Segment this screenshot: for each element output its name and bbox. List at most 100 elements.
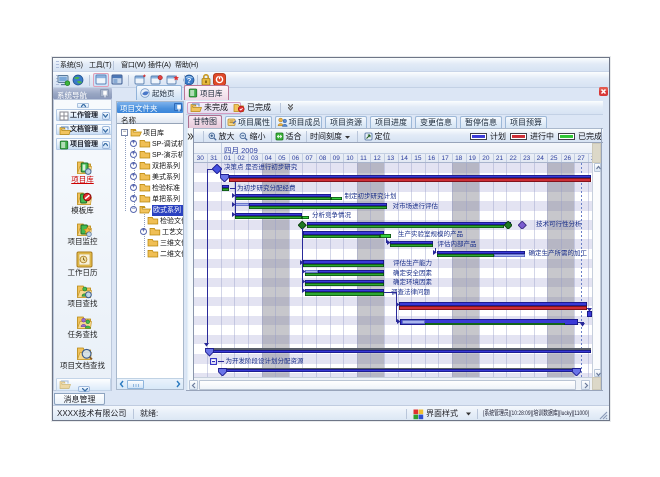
filter-button-已完成[interactable]: 已完成: [231, 102, 287, 114]
menu-item-2[interactable]: 工具(T): [87, 60, 113, 71]
sidebar-item-3[interactable]: 项目监控: [54, 236, 111, 246]
gantt-tool-放大[interactable]: 放大: [208, 131, 235, 142]
view-tab-项目成员[interactable]: 项目成员: [275, 116, 322, 129]
tree-item-工艺文件[interactable]: +工艺文件: [117, 226, 183, 236]
view-tab-项目属性[interactable]: 项目属性: [225, 116, 272, 129]
scroll-left-button[interactable]: [118, 380, 126, 389]
view-tab-暂停信息[interactable]: 暂停信息: [460, 116, 502, 129]
sidebar-pin-button[interactable]: [100, 89, 109, 97]
expand-icon[interactable]: +: [130, 195, 137, 202]
tree-item-美式系列[interactable]: +美式系列: [117, 171, 183, 181]
gantt-bar-green[interactable]: [425, 323, 565, 325]
sidebar-item-4[interactable]: 工作日历: [54, 267, 111, 277]
toolbar-button-globe[interactable]: [71, 73, 85, 87]
scroll-right-button[interactable]: [581, 380, 590, 390]
tab-起始页[interactable]: 起始页: [136, 85, 182, 100]
gantt-bar-blue[interactable]: [213, 350, 591, 353]
gantt-bar-green[interactable]: [303, 264, 384, 267]
gantt-bar-red[interactable]: [399, 306, 587, 310]
collapse-icon[interactable]: −: [121, 129, 128, 136]
tree-item-SP-演示机系[interactable]: +SP-演示机系: [117, 149, 183, 159]
scroll-left-button[interactable]: [189, 380, 198, 390]
gantt-vscrollbar[interactable]: [592, 163, 601, 377]
toolbar-button-screen-add[interactable]: [56, 73, 70, 87]
tree-item-项目库[interactable]: −项目库: [117, 127, 183, 137]
sidebar-expand-button[interactable]: [78, 386, 90, 393]
sidebar-group-1[interactable]: 工作管理: [56, 109, 112, 121]
tree-item-单把系列[interactable]: +单把系列: [117, 193, 183, 203]
sidebar-group-arrow[interactable]: [102, 112, 110, 120]
gantt-tool-定位[interactable]: 定位: [364, 131, 391, 142]
tree-item-检验标准[interactable]: +检验标准: [117, 182, 183, 192]
collapse-icon[interactable]: −: [130, 206, 137, 213]
sidebar-item-7[interactable]: 项目文档查找: [54, 360, 111, 370]
gantt-bar-light[interactable]: [402, 320, 426, 325]
expand-icon[interactable]: +: [130, 162, 137, 169]
sidebar-group-3[interactable]: 项目管理: [56, 138, 112, 150]
view-tab-甘特图[interactable]: 甘特图: [188, 115, 222, 129]
gantt-bar-dash[interactable]: [218, 361, 224, 362]
tree-pin-button[interactable]: [174, 103, 182, 111]
tree-item-SP-调试机系[interactable]: +SP-调试机系: [117, 138, 183, 148]
sidebar-collapse-button[interactable]: [77, 103, 89, 108]
gantt-bar-red[interactable]: [229, 178, 591, 182]
view-tab-变更信息[interactable]: 变更信息: [415, 116, 457, 129]
gantt-bar-green[interactable]: [303, 235, 381, 238]
gantt-bar-bgreen[interactable]: [331, 197, 342, 200]
tree-item-三维文件[interactable]: 三维文件: [117, 237, 183, 247]
menu-item-5[interactable]: 帮助(H): [173, 60, 200, 71]
gantt-bar-green[interactable]: [305, 273, 384, 276]
toolbar-button-window-dark[interactable]: [110, 73, 125, 87]
style-dropdown-arrow[interactable]: [465, 412, 472, 416]
tree-column-header[interactable]: 名称: [117, 113, 183, 125]
toolbar-button-window-blue[interactable]: [93, 73, 109, 87]
scroll-thumb[interactable]: [127, 380, 144, 389]
expand-icon[interactable]: +: [130, 184, 137, 191]
gantt-bar-green[interactable]: [305, 292, 384, 295]
scroll-down-button[interactable]: [594, 369, 602, 378]
gantt-bar-bgreen[interactable]: [302, 216, 309, 219]
view-tab-项目进度[interactable]: 项目进度: [370, 116, 412, 129]
gantt-bar-green[interactable]: [390, 244, 433, 247]
view-tab-项目资源[interactable]: 项目资源: [325, 116, 367, 129]
scroll-thumb[interactable]: [199, 380, 576, 390]
gantt-bar-green[interactable]: [437, 254, 495, 257]
view-tab-项目预算[interactable]: 项目预算: [505, 116, 547, 129]
tree-item-二维文件[interactable]: 二维文件: [117, 248, 183, 258]
gantt-bar-green[interactable]: [249, 206, 387, 209]
gantt-bar-green[interactable]: [235, 197, 331, 200]
expand-icon[interactable]: +: [130, 173, 137, 180]
scroll-up-button[interactable]: [594, 163, 602, 172]
menu-item-4[interactable]: 插件(A): [146, 60, 173, 71]
expand-pane-button[interactable]: [187, 132, 194, 142]
menu-item-3[interactable]: 窗口(W): [119, 60, 148, 71]
sidebar-item-1[interactable]: 项目库: [54, 174, 111, 184]
gantt-bar-light[interactable]: [494, 254, 525, 257]
gantt-bar-green[interactable]: [307, 225, 505, 228]
gantt-bar-green[interactable]: [235, 216, 302, 219]
menu-item-1[interactable]: 系统(S): [58, 60, 85, 71]
expand-icon[interactable]: +: [140, 228, 147, 235]
gantt-tool-适合[interactable]: 适合: [275, 131, 302, 142]
tab-项目库[interactable]: 项目库: [184, 85, 229, 100]
gantt-bar-green[interactable]: [222, 188, 229, 191]
tree-hscrollbar[interactable]: [117, 378, 183, 389]
gantt-hscrollbar[interactable]: [194, 377, 593, 390]
scroll-right-button[interactable]: [174, 380, 182, 389]
sidebar-item-5[interactable]: 项目查找: [54, 298, 111, 308]
expand-icon[interactable]: +: [130, 140, 137, 147]
tree-item-欧式系列[interactable]: −欧式系列: [117, 204, 183, 214]
sidebar-item-2[interactable]: 模板库: [54, 205, 111, 215]
sidebar-group-arrow[interactable]: [102, 141, 110, 149]
message-panel-tab[interactable]: 消息管理: [54, 393, 105, 405]
gantt-bar-green[interactable]: [305, 283, 384, 286]
tree-item-双把系列[interactable]: +双把系列: [117, 160, 183, 170]
sidebar-item-6[interactable]: 任务查找: [54, 329, 111, 339]
tree-item-检验文件[interactable]: 检验文件: [117, 215, 183, 225]
more-filters-button[interactable]: [287, 104, 295, 112]
expand-icon[interactable]: +: [130, 151, 137, 158]
gantt-bar-light[interactable]: [235, 203, 249, 206]
sidebar-group-arrow[interactable]: [102, 126, 110, 134]
gantt-tool-时间刻度[interactable]: 时间刻度: [310, 131, 351, 142]
close-tab-button[interactable]: [599, 87, 608, 96]
